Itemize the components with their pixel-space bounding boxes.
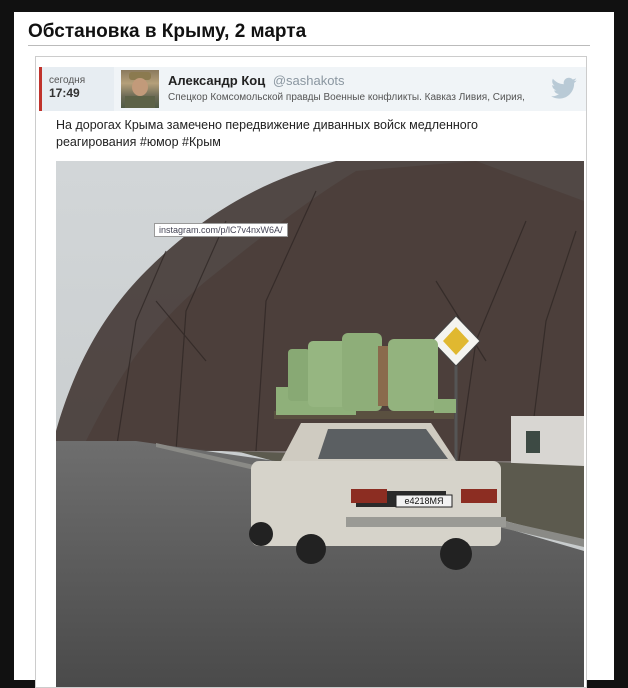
street-scene-image: е4218МЯ (56, 161, 584, 687)
page-title: Обстановка в Крыму, 2 марта (28, 21, 307, 42)
tweet-header: сегодня 17:49 Александр Коц @sashakots С… (39, 67, 586, 111)
license-plate-text: е4218МЯ (404, 496, 443, 506)
photo-source-url[interactable]: instagram.com/p/lC7v4nxW6A/ (154, 223, 288, 237)
author-line: Александр Коц @sashakots (168, 73, 345, 88)
time-label: 17:49 (49, 86, 80, 100)
tweet-photo[interactable]: е4218МЯ instagram.com/p/lC7v4nxW6A/ (56, 161, 584, 687)
date-label: сегодня (49, 75, 86, 86)
twitter-bird-icon[interactable] (550, 75, 578, 103)
page-container: Обстановка в Крыму, 2 марта сегодня 17:4… (14, 12, 614, 688)
author-handle[interactable]: @sashakots (273, 73, 345, 88)
tweet-text: На дорогах Крыма замечено передвижение д… (56, 118, 478, 149)
author-bio: Спецкор Комсомольской правды Военные кон… (168, 92, 525, 103)
timestamp-box[interactable]: сегодня 17:49 (39, 67, 114, 111)
avatar[interactable] (121, 70, 159, 108)
title-divider (28, 45, 590, 46)
embedded-tweet: сегодня 17:49 Александр Коц @sashakots С… (35, 56, 587, 688)
author-name[interactable]: Александр Коц (168, 73, 265, 88)
